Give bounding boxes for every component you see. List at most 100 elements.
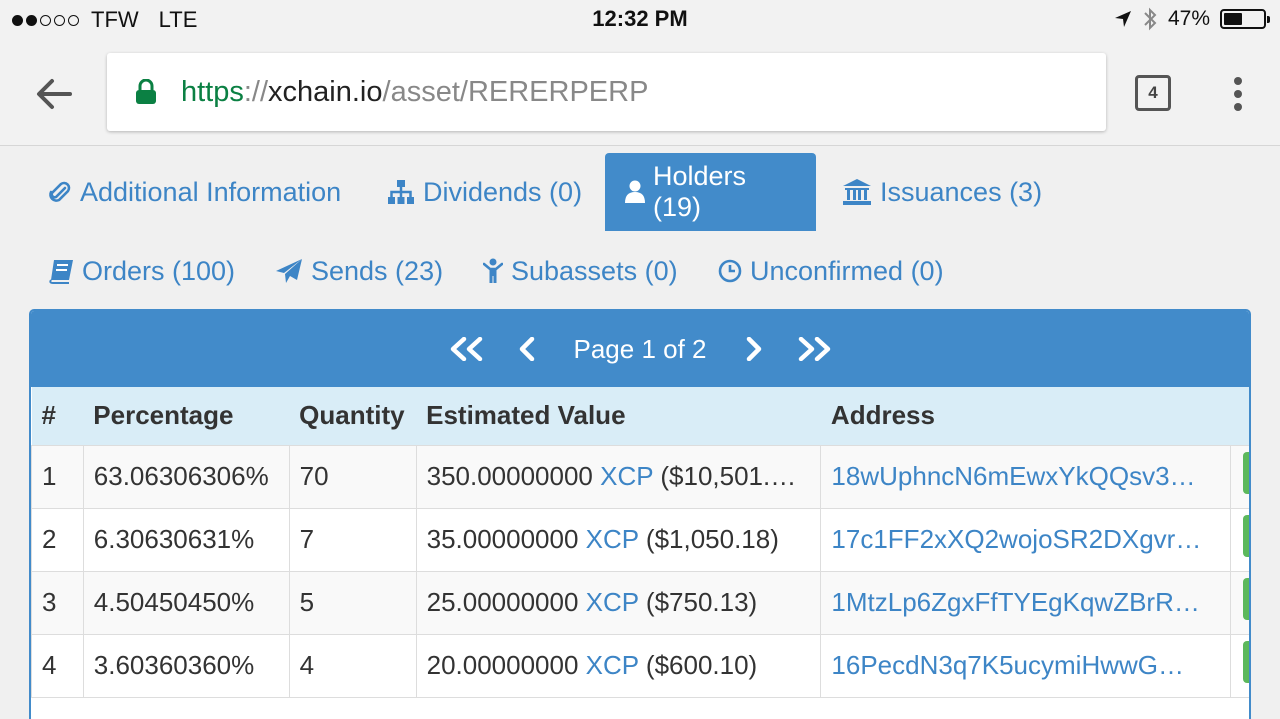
- row-address: 17c1FF2xXQ2wojoSR2DXgvr…: [820, 507, 1232, 572]
- column-header-number: #: [31, 387, 84, 445]
- tab-holders[interactable]: Holders (19): [605, 153, 816, 231]
- tab-label: Holders (19): [653, 161, 747, 222]
- row-percentage: 63.06306306%: [82, 444, 290, 509]
- row-number: 2: [31, 507, 84, 572]
- clock-icon: [718, 259, 742, 283]
- user-icon: [625, 180, 645, 203]
- bank-icon: [843, 179, 871, 205]
- row-quantity: 7: [288, 507, 417, 572]
- tab-label: Subassets (0): [511, 255, 678, 286]
- battery-icon: [1220, 9, 1270, 29]
- address-link[interactable]: 1MtzLp6ZgxFfTYEgKqwZBrR…: [831, 587, 1199, 617]
- double-chevron-right-icon: [798, 337, 830, 361]
- bluetooth-icon: [1144, 7, 1157, 31]
- page-indicator: Page 1 of 2: [573, 333, 707, 364]
- overflow-menu-button[interactable]: [1229, 74, 1247, 114]
- tab-unconfirmed[interactable]: Unconfirmed (0): [698, 232, 964, 310]
- table-row: 3 4.50450450% 5 25.00000000 XCP ($750.13…: [31, 570, 1249, 635]
- holders-panel: Page 1 of 2 # Percentage Quantity Estima…: [29, 309, 1251, 719]
- tab-label: Dividends (0): [423, 176, 583, 207]
- address-link[interactable]: 18wUphncN6mEwxYkQQsv3…: [831, 461, 1195, 491]
- value-amount: 20.00000000: [426, 650, 579, 680]
- url-path: /asset/RERERPERP: [382, 75, 649, 108]
- sitemap-icon: [388, 180, 414, 204]
- paperclip-icon: [49, 181, 71, 202]
- row-quantity: 70: [288, 444, 417, 509]
- column-header-address: Address: [820, 387, 1231, 445]
- value-usd: ($750.13): [645, 587, 758, 617]
- next-page-button[interactable]: [745, 337, 763, 361]
- table-row: 2 6.30630631% 7 35.00000000 XCP ($1,050.…: [31, 507, 1249, 572]
- tab-switcher-button[interactable]: 4: [1135, 75, 1171, 111]
- value-amount: 350.00000000: [426, 461, 593, 491]
- browser-toolbar: https://xchain.io/asset/RERERPERP 4: [0, 40, 1280, 146]
- url-scheme: https: [181, 75, 244, 108]
- first-page-button[interactable]: [448, 337, 486, 361]
- last-page-button[interactable]: [795, 337, 833, 361]
- tab-issuances[interactable]: Issuances (3): [822, 153, 1062, 231]
- paper-plane-icon: [276, 259, 302, 283]
- asset-link[interactable]: XCP: [600, 461, 653, 491]
- asset-link[interactable]: XCP: [586, 650, 639, 680]
- lock-icon: [136, 79, 156, 104]
- column-header-percentage: Percentage: [83, 387, 290, 445]
- row-address: 18wUphncN6mEwxYkQQsv3…: [820, 444, 1232, 509]
- url-separator: ://: [243, 75, 269, 108]
- back-button[interactable]: [34, 74, 74, 114]
- tab-dividends[interactable]: Dividends (0): [367, 153, 602, 231]
- child-icon: [483, 258, 503, 283]
- view-button[interactable]: V: [1243, 515, 1249, 557]
- row-percentage: 4.50450450%: [82, 570, 290, 635]
- row-percentage: 6.30630631%: [82, 507, 290, 572]
- tab-label: Unconfirmed (0): [750, 255, 944, 286]
- row-actions: V: [1230, 507, 1249, 572]
- table-row: 1 63.06306306% 70 350.00000000 XCP ($10,…: [31, 444, 1249, 509]
- column-header-estimated-value: Estimated Value: [416, 387, 821, 445]
- tab-label: Orders (100): [82, 255, 236, 286]
- location-arrow-icon: [1114, 11, 1131, 27]
- row-number: 4: [31, 633, 84, 698]
- row-quantity: 4: [288, 633, 417, 698]
- status-bar: TFW LTE 12:32 PM 47%: [0, 0, 1280, 40]
- double-chevron-left-icon: [450, 337, 482, 361]
- row-estimated-value: 25.00000000 XCP ($750.13): [415, 570, 822, 635]
- value-usd: ($1,050.18): [645, 524, 779, 554]
- address-link[interactable]: 17c1FF2xXQ2wojoSR2DXgvr…: [831, 524, 1201, 554]
- holders-table: # Percentage Quantity Estimated Value Ad…: [31, 387, 1249, 698]
- row-number: 3: [31, 570, 84, 635]
- address-bar[interactable]: https://xchain.io/asset/RERERPERP: [107, 53, 1106, 131]
- column-header-actions: [1230, 387, 1249, 445]
- tab-additional-information[interactable]: Additional Information: [28, 153, 361, 231]
- address-link[interactable]: 16PecdN3q7K5ucymiHwwG…: [831, 650, 1184, 680]
- chevron-left-icon: [519, 337, 534, 361]
- tab-orders[interactable]: Orders (100): [28, 232, 255, 310]
- chevron-right-icon: [746, 337, 761, 361]
- view-button[interactable]: V: [1243, 641, 1249, 683]
- view-button[interactable]: V: [1243, 452, 1249, 494]
- previous-page-button[interactable]: [518, 337, 536, 361]
- view-button[interactable]: V: [1243, 578, 1249, 620]
- asset-link[interactable]: XCP: [586, 587, 639, 617]
- row-estimated-value: 35.00000000 XCP ($1,050.18): [415, 507, 822, 572]
- arrow-left-icon: [37, 79, 72, 109]
- row-address: 16PecdN3q7K5ucymiHwwG…: [820, 633, 1232, 698]
- tab-label: Additional Information: [80, 176, 342, 207]
- tab-sends[interactable]: Sends (23): [255, 232, 463, 310]
- column-header-quantity: Quantity: [289, 387, 417, 445]
- row-number: 1: [31, 444, 84, 509]
- book-icon: [49, 260, 73, 284]
- row-actions: V: [1230, 633, 1249, 698]
- value-usd: ($600.10): [645, 650, 758, 680]
- row-actions: V: [1230, 570, 1249, 635]
- row-quantity: 5: [288, 570, 417, 635]
- row-estimated-value: 350.00000000 XCP ($10,501.…: [415, 444, 822, 509]
- table-row: 4 3.60360360% 4 20.00000000 XCP ($600.10…: [31, 633, 1249, 698]
- tab-label: Sends (23): [311, 255, 444, 286]
- clock: 12:32 PM: [592, 6, 688, 31]
- value-amount: 25.00000000: [426, 587, 579, 617]
- status-right: 47%: [1114, 7, 1270, 31]
- row-actions: V: [1230, 444, 1249, 509]
- asset-link[interactable]: XCP: [586, 524, 639, 554]
- value-amount: 35.00000000: [426, 524, 579, 554]
- tab-subassets[interactable]: Subassets (0): [463, 232, 698, 310]
